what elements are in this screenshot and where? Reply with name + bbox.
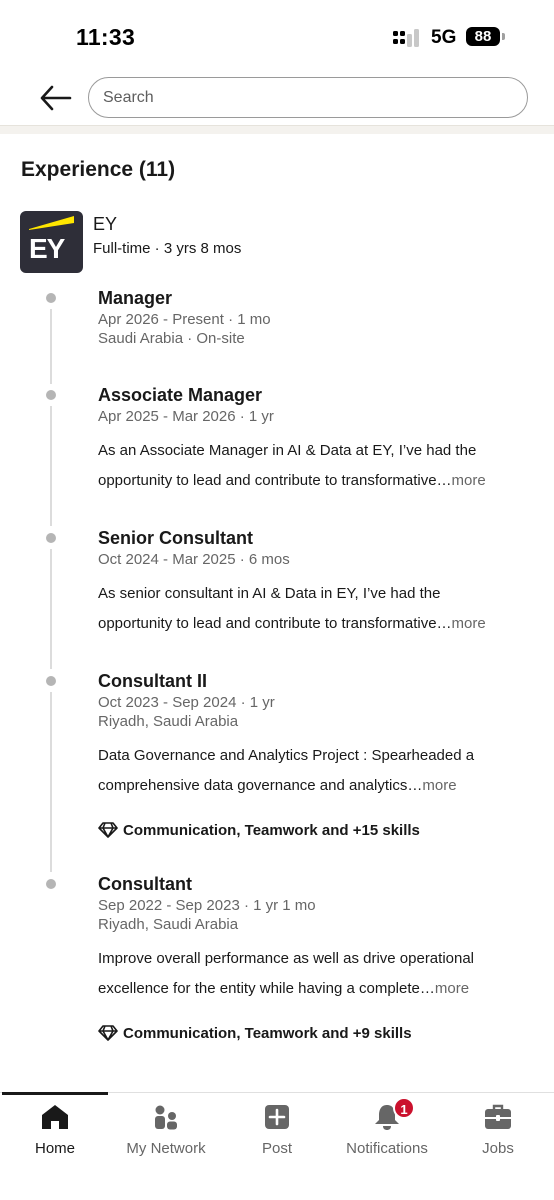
role-dates: Sep 2022 - Sep 2023 · 1 yr 1 mo bbox=[98, 897, 316, 914]
role-description: As an Associate Manager in AI & Data at … bbox=[98, 436, 538, 496]
people-icon bbox=[155, 1105, 177, 1130]
company-name[interactable]: EY bbox=[93, 214, 117, 235]
arrow-left-icon bbox=[40, 85, 72, 111]
battery-icon: 88 bbox=[466, 27, 500, 46]
role-description-line: Improve overall performance as well as d… bbox=[98, 950, 475, 967]
role-description-line: Data Governance and Analytics Project : … bbox=[98, 747, 475, 764]
role-title: Associate Manager bbox=[98, 385, 263, 405]
search-input[interactable] bbox=[89, 78, 527, 117]
role-description-line: opportunity to lead and contribute to tr… bbox=[98, 472, 452, 489]
diamond-icon bbox=[98, 1025, 118, 1041]
diamond-icon bbox=[98, 822, 118, 838]
role-description: As senior consultant in AI & Data in EY,… bbox=[98, 579, 538, 639]
company-logo-text: EY bbox=[29, 233, 65, 264]
role-description: Data Governance and Analytics Project : … bbox=[98, 741, 538, 801]
role-item-consultant-ii[interactable]: Consultant II Oct 2023 - Sep 2024 · 1 yr… bbox=[98, 669, 538, 839]
bottom-nav: Home My Network Post 1 Notifications Job… bbox=[0, 1092, 554, 1200]
timeline-dot bbox=[46, 293, 56, 303]
timeline-line bbox=[50, 549, 52, 669]
search-field[interactable] bbox=[88, 77, 528, 118]
company-logo[interactable]: EY bbox=[20, 211, 83, 273]
role-description: Improve overall performance as well as d… bbox=[98, 944, 538, 1004]
notification-badge: 1 bbox=[393, 1097, 415, 1119]
role-dates: Apr 2025 - Mar 2026 · 1 yr bbox=[98, 408, 274, 425]
nav-item-my-network[interactable]: My Network bbox=[111, 1101, 221, 1157]
role-title: Manager bbox=[98, 288, 173, 308]
role-location: Riyadh, Saudi Arabia bbox=[98, 916, 239, 933]
role-item-manager[interactable]: Manager Apr 2026 - Present · 1 mo Saudi … bbox=[98, 286, 538, 348]
nav-item-home[interactable]: Home bbox=[0, 1101, 110, 1157]
timeline-dot bbox=[46, 676, 56, 686]
see-more-link[interactable]: more bbox=[452, 472, 486, 489]
nav-item-post[interactable]: Post bbox=[222, 1101, 332, 1157]
timeline-line bbox=[50, 406, 52, 526]
role-dates: Apr 2026 - Present · 1 mo bbox=[98, 311, 271, 328]
role-dates: Oct 2024 - Mar 2025 · 6 mos bbox=[98, 551, 290, 568]
nav-label-my-network: My Network bbox=[126, 1140, 206, 1157]
network-type: 5G bbox=[431, 27, 457, 48]
nav-label-jobs: Jobs bbox=[482, 1140, 514, 1157]
skills-row[interactable]: Communication, Teamwork and +9 skills bbox=[98, 1024, 538, 1042]
nav-label-post: Post bbox=[261, 1140, 292, 1157]
role-description-line: comprehensive data governance and analyt… bbox=[98, 777, 423, 794]
role-item-senior-consultant[interactable]: Senior Consultant Oct 2024 - Mar 2025 · … bbox=[98, 526, 538, 639]
nav-active-indicator bbox=[2, 1092, 108, 1095]
timeline-line bbox=[50, 692, 52, 872]
skills-text: Communication, Teamwork and +15 skills bbox=[123, 821, 420, 839]
timeline-dot bbox=[46, 533, 56, 543]
see-more-link[interactable]: more bbox=[435, 980, 469, 997]
role-title: Consultant bbox=[98, 874, 192, 894]
role-description-line: excellence for the entity while having a… bbox=[98, 980, 435, 997]
nav-item-notifications[interactable]: 1 Notifications bbox=[332, 1097, 442, 1157]
role-location: Saudi Arabia · On-site bbox=[98, 330, 245, 347]
status-time: 11:33 bbox=[76, 24, 136, 50]
briefcase-icon bbox=[485, 1104, 511, 1129]
back-button[interactable] bbox=[38, 82, 74, 114]
role-item-associate-manager[interactable]: Associate Manager Apr 2025 - Mar 2026 · … bbox=[98, 383, 538, 496]
role-description-line: opportunity to lead and contribute to tr… bbox=[98, 615, 452, 632]
role-dates: Oct 2023 - Sep 2024 · 1 yr bbox=[98, 694, 275, 711]
skills-row[interactable]: Communication, Teamwork and +15 skills bbox=[98, 821, 538, 839]
section-title: Experience (11) bbox=[21, 158, 176, 181]
skills-text: Communication, Teamwork and +9 skills bbox=[123, 1024, 412, 1042]
see-more-link[interactable]: more bbox=[452, 615, 486, 632]
role-location: Riyadh, Saudi Arabia bbox=[98, 713, 239, 730]
company-meta: Full-time · 3 yrs 8 mos bbox=[93, 240, 242, 257]
timeline-dot bbox=[46, 390, 56, 400]
nav-item-jobs[interactable]: Jobs bbox=[443, 1101, 553, 1157]
battery-nub bbox=[502, 33, 505, 40]
see-more-link[interactable]: more bbox=[422, 777, 456, 794]
plus-square-icon bbox=[265, 1105, 289, 1129]
role-item-consultant[interactable]: Consultant Sep 2022 - Sep 2023 · 1 yr 1 … bbox=[98, 872, 538, 1042]
role-description-line: As an Associate Manager in AI & Data at … bbox=[98, 442, 477, 459]
timeline-dot bbox=[46, 879, 56, 889]
role-title: Consultant II bbox=[98, 671, 207, 691]
header-divider bbox=[0, 125, 554, 134]
timeline-line bbox=[50, 309, 52, 384]
home-icon bbox=[42, 1105, 68, 1129]
role-description-line: As senior consultant in AI & Data in EY,… bbox=[98, 585, 441, 602]
role-title: Senior Consultant bbox=[98, 528, 254, 548]
nav-label-notifications: Notifications bbox=[346, 1140, 428, 1157]
top-header bbox=[0, 72, 554, 124]
status-bar: 11:33 5G 88 bbox=[0, 0, 554, 72]
nav-label-home: Home bbox=[34, 1140, 75, 1157]
cellular-signal-icon bbox=[393, 28, 423, 48]
